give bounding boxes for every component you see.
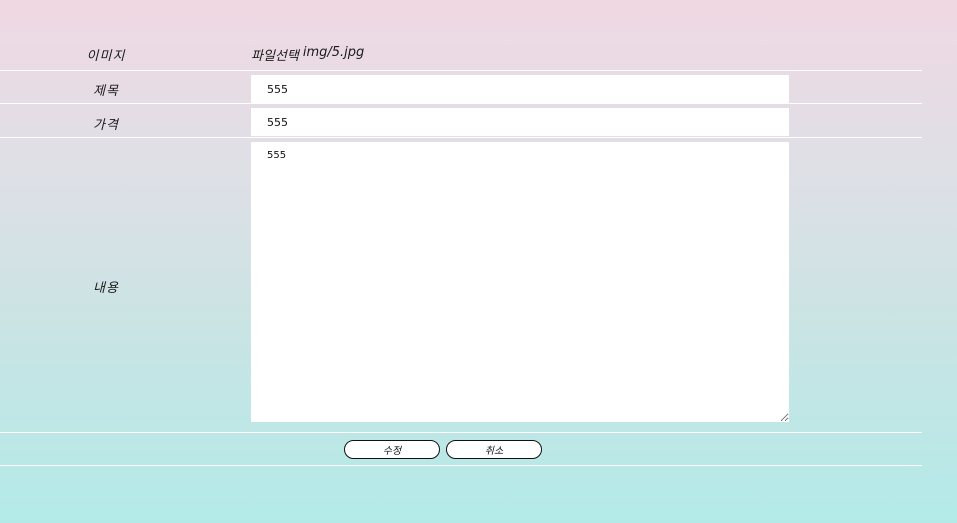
file-input[interactable]: 파일선택 img/5.jpg bbox=[251, 45, 364, 64]
button-group: 수정 취소 bbox=[344, 440, 542, 459]
content-label: 내용 bbox=[93, 281, 119, 296]
file-name-text: img/5.jpg bbox=[302, 45, 365, 60]
price-row: 가격 bbox=[0, 104, 922, 138]
image-row: 이미지 파일선택 img/5.jpg bbox=[0, 37, 922, 71]
image-label: 이미지 bbox=[86, 49, 126, 64]
file-select-button[interactable]: 파일선택 bbox=[251, 45, 299, 64]
price-label: 가격 bbox=[93, 118, 119, 133]
product-edit-form: 이미지 파일선택 img/5.jpg 제목 가격 내용 555 수정 취소 bbox=[0, 37, 922, 466]
title-row: 제목 bbox=[0, 71, 922, 104]
price-input[interactable] bbox=[251, 108, 789, 136]
cancel-button[interactable]: 취소 bbox=[446, 440, 542, 459]
button-row: 수정 취소 bbox=[0, 433, 922, 466]
content-textarea[interactable]: 555 bbox=[251, 142, 789, 422]
title-input[interactable] bbox=[251, 75, 789, 103]
title-label: 제목 bbox=[93, 84, 119, 99]
submit-button[interactable]: 수정 bbox=[344, 440, 440, 459]
content-row: 내용 555 bbox=[0, 138, 922, 433]
